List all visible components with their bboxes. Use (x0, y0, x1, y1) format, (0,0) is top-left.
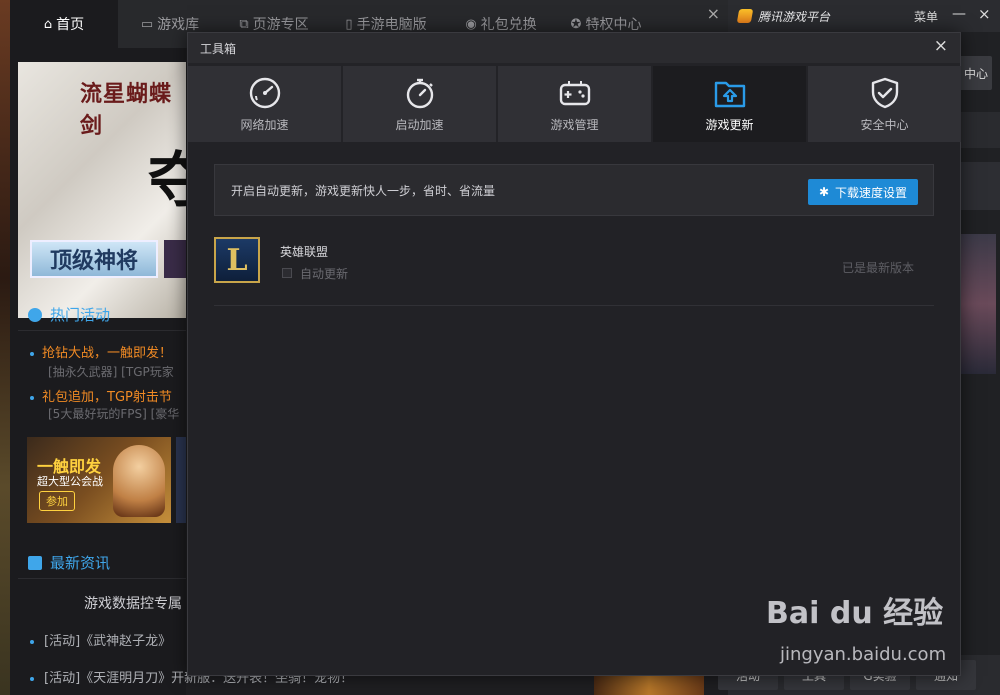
activity-sub[interactable]: [5大最好玩的FPS] [豪华 (48, 405, 179, 422)
bullet-icon (30, 395, 34, 400)
platform-minimize-button[interactable]: — (952, 6, 966, 22)
activity-sub[interactable]: [抽永久武器] [TGP玩家 (48, 363, 174, 380)
hot-activities-title: 热门活动 (28, 304, 110, 325)
platform-center-button[interactable]: 中心 (958, 56, 992, 90)
news-feature[interactable]: 游戏数据控专属 (84, 593, 182, 613)
stopwatch-icon (406, 78, 433, 108)
nav-privilege-label: 特权中心 (585, 17, 642, 33)
gamepad-icon (559, 80, 590, 105)
tab-label: 游戏更新 (705, 117, 754, 132)
platform-name: 腾讯游戏平台 (758, 9, 831, 24)
tab-label: 安全中心 (860, 117, 909, 132)
shield-check-icon (871, 77, 898, 108)
client-close-button[interactable]: × (707, 4, 720, 23)
divider (18, 578, 186, 579)
tab-label: 游戏管理 (550, 117, 599, 132)
platform-band (960, 112, 1000, 148)
phone-icon: ▯ (345, 16, 353, 32)
watermark-url: jingyan.baidu.com (780, 644, 947, 665)
game-banner[interactable]: 流星蝴蝶剑 夺 顶级神将 (18, 62, 186, 318)
pacman-icon (28, 307, 42, 322)
latest-news-title: 最新资讯 (28, 552, 110, 573)
nav-gift-exchange-label: 礼包兑换 (480, 17, 537, 33)
banner-strip-next (164, 240, 186, 278)
activity-item[interactable]: 礼包追加，TGP射击节 (30, 386, 172, 405)
download-speed-settings-label: 下载速度设置 (835, 185, 908, 200)
dialog-title: 工具箱 (200, 42, 237, 56)
news-icon (28, 555, 42, 570)
toolbox-tabs: 网络加速 启动加速 游戏管理 游戏更新 安全中心 (188, 66, 961, 142)
medal-icon: ✪ (570, 16, 582, 32)
monitor-icon: ▭ (140, 16, 154, 32)
activity-item[interactable]: 抢钻大战，一触即发！ (30, 342, 172, 361)
auto-update-infobar: 开启自动更新，游戏更新快人一步，省时、省流量 ✱ 下载速度设置 (214, 164, 934, 216)
tab-launch-accel[interactable]: 启动加速 (343, 66, 496, 142)
nav-web-games-label: 页游专区 (252, 17, 309, 33)
nav-mobile-games-label: 手游电脑版 (356, 17, 427, 33)
tab-network-accel[interactable]: 网络加速 (188, 66, 341, 142)
watermark-logo: Bai du 经验 (766, 596, 944, 631)
bullet-icon (30, 639, 34, 644)
latest-news-label: 最新资讯 (50, 554, 111, 572)
home-icon: ⌂ (43, 16, 53, 32)
dialog-titlebar: 工具箱 × (188, 33, 960, 63)
tencent-logo-icon (736, 9, 754, 23)
divider (18, 330, 186, 331)
baidu-watermark: Bai du 经验 jingyan.baidu.com (766, 588, 966, 672)
tab-label: 网络加速 (240, 117, 289, 132)
platform-thumbnail[interactable] (960, 234, 996, 374)
promo-card[interactable]: 一触即发 超大型公会战 参加 (27, 437, 171, 523)
game-name: 英雄联盟 (280, 245, 329, 259)
news-text: [活动]《武神赵子龙》 (44, 634, 172, 649)
auto-update-checkbox[interactable] (282, 268, 292, 278)
tab-game-manage[interactable]: 游戏管理 (498, 66, 651, 142)
nav-home-label: 首页 (56, 17, 85, 33)
banner-strip: 顶级神将 (30, 240, 158, 278)
tab-security-center[interactable]: 安全中心 (808, 66, 961, 142)
bullet-icon (30, 351, 34, 356)
game-update-row: L 英雄联盟 自动更新 已是最新版本 (214, 234, 934, 306)
platform-menu-button[interactable]: 菜单 (914, 8, 938, 25)
promo-character-art (113, 445, 165, 517)
bullet-icon (30, 676, 34, 681)
activity-title: 抢钻大战，一触即发！ (42, 346, 173, 361)
activity-title: 礼包追加，TGP射击节 (42, 390, 172, 405)
folder-upload-icon (714, 81, 745, 107)
desktop-background (0, 0, 10, 695)
hot-activities-label: 热门活动 (50, 306, 111, 324)
banner-logo: 流星蝴蝶剑 (80, 81, 173, 139)
league-of-legends-icon[interactable]: L (214, 237, 260, 283)
dialog-close-button[interactable]: × (934, 36, 948, 56)
download-speed-settings-button[interactable]: ✱ 下载速度设置 (808, 179, 918, 205)
auto-update-info: 开启自动更新，游戏更新快人一步，省时、省流量 (231, 184, 496, 198)
nav-home[interactable]: ⌂ 首页 (10, 0, 118, 48)
promo-subtitle: 超大型公会战 (37, 475, 103, 488)
tab-game-update[interactable]: 游戏更新 (653, 66, 806, 142)
gear-icon: ✱ (818, 185, 830, 199)
speedometer-icon (249, 77, 280, 108)
gift-icon: ◉ (465, 16, 477, 32)
auto-update-label[interactable]: 自动更新 (300, 265, 348, 282)
platform-close-button[interactable]: × (978, 5, 991, 23)
nav-game-library-label: 游戏库 (157, 17, 200, 33)
banner-brush-art: 夺 (148, 146, 186, 216)
promo-card-next[interactable] (176, 437, 186, 523)
platform-band (960, 162, 1000, 210)
tab-label: 启动加速 (395, 117, 444, 132)
update-status: 已是最新版本 (842, 261, 915, 275)
promo-join-button[interactable]: 参加 (39, 491, 75, 511)
toolbox-dialog: 工具箱 × 网络加速 启动加速 游戏管理 游戏更新 安全中心 开启自动更新，游戏… (187, 32, 961, 676)
windows-icon: ⧉ (239, 16, 249, 32)
news-item[interactable]: [活动]《武神赵子龙》 (30, 630, 171, 649)
